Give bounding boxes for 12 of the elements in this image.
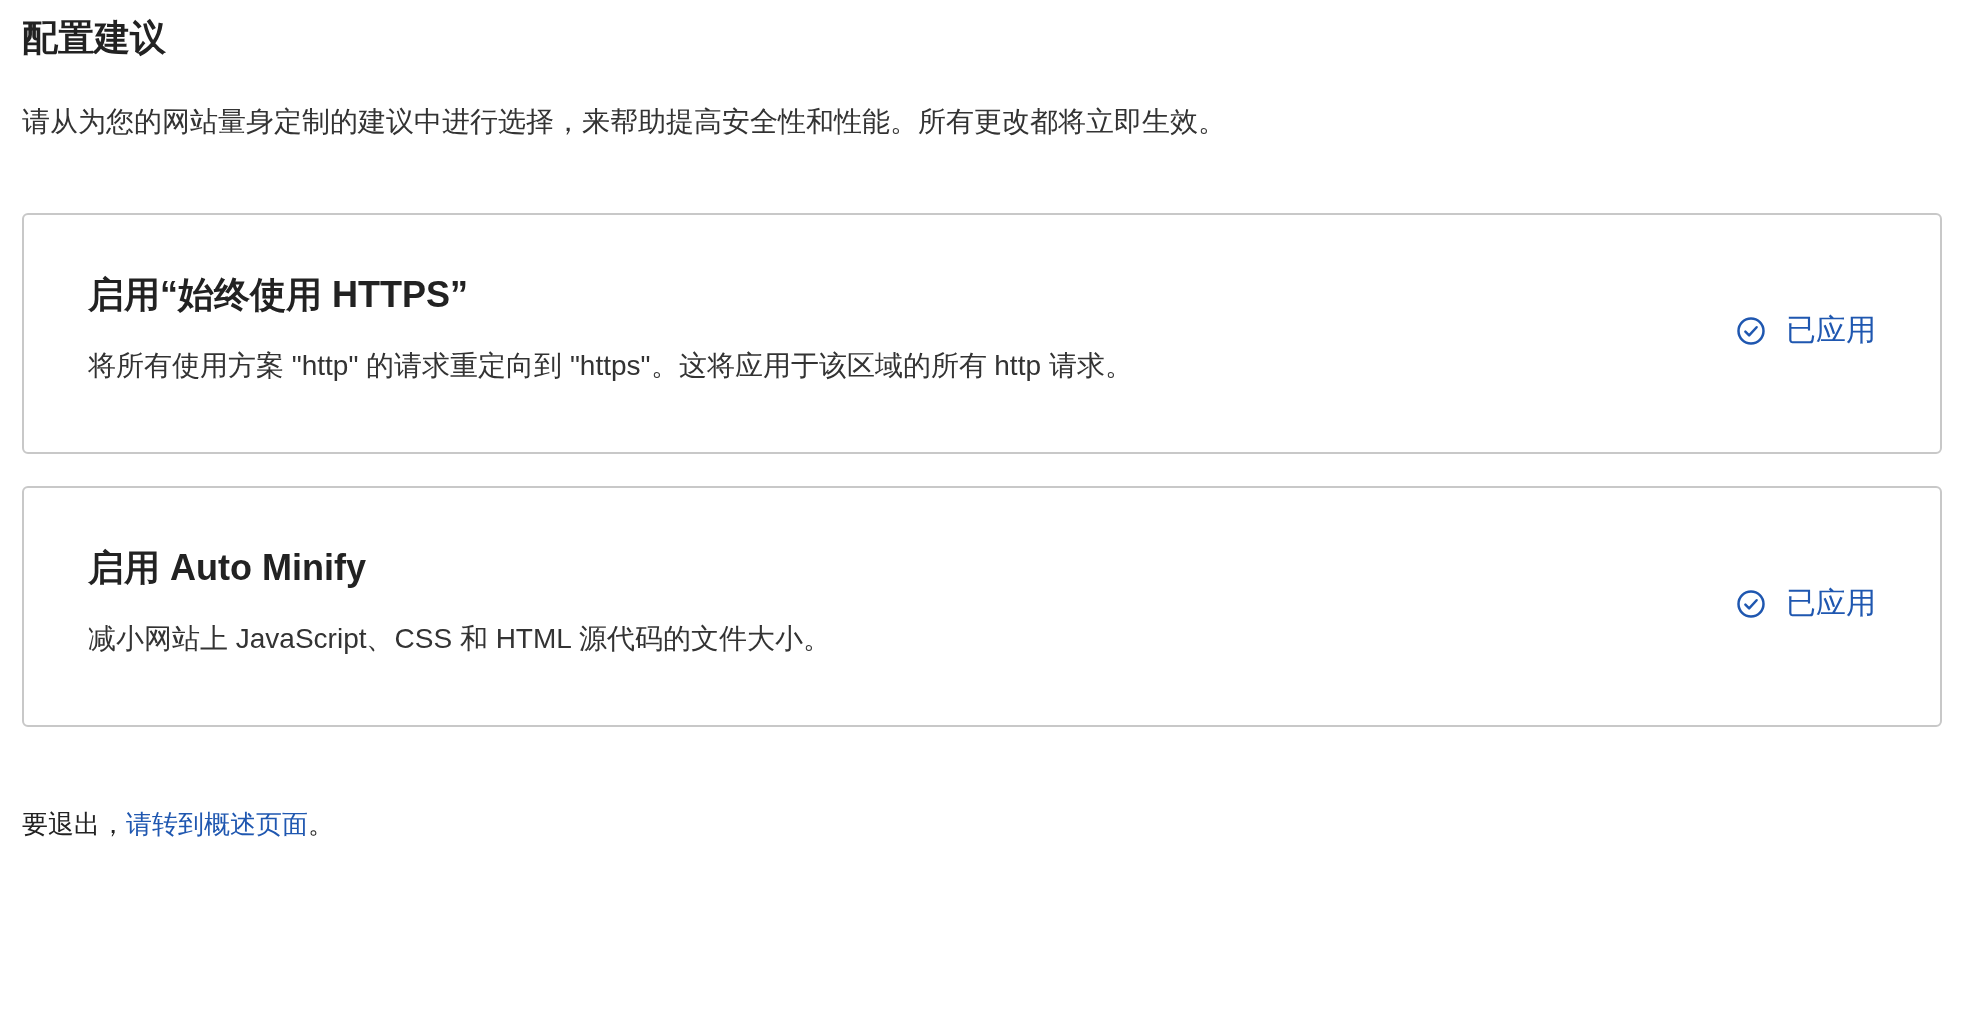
- page-title: 配置建议: [22, 16, 167, 60]
- intro-text: 请从为您的网站量身定制的建议中进行选择，来帮助提高安全性和性能。所有更改都将立即生效。: [22, 105, 1227, 139]
- card-description: 减小网站上 JavaScript、CSS 和 HTML 源代码的文件大小。: [88, 622, 832, 656]
- check-circle-icon: [1736, 315, 1766, 346]
- check-circle-icon: [1736, 588, 1766, 619]
- footer-text: 要退出，请转到概述页面。: [22, 808, 335, 841]
- card-description: 将所有使用方案 "http" 的请求重定向到 "https"。这将应用于该区域的所有 http 请求。: [88, 349, 1134, 383]
- card-title: 启用 Auto Minify: [88, 546, 367, 590]
- status-label: 已应用: [1786, 312, 1876, 348]
- card-title: 启用“始终使用 HTTPS”: [88, 273, 469, 317]
- status-label: 已应用: [1786, 585, 1876, 621]
- overview-link[interactable]: 请转到概述页面: [126, 809, 308, 839]
